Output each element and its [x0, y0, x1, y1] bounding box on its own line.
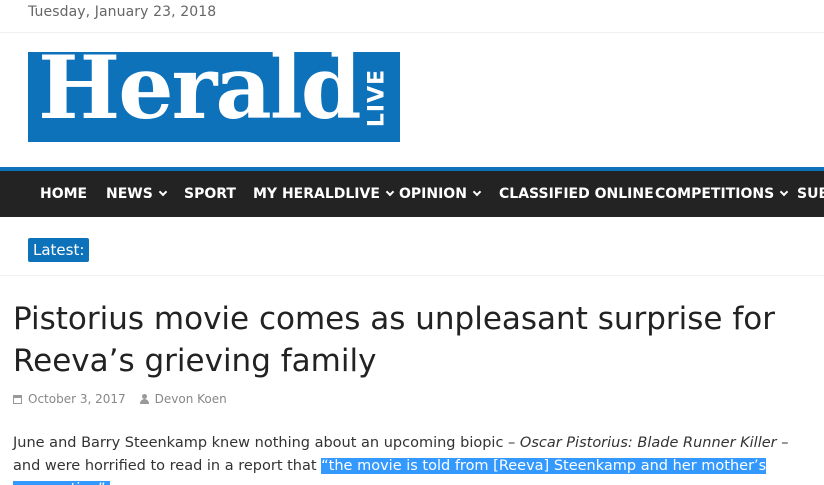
chevron-down-icon	[158, 187, 168, 197]
article-meta: October 3, 2017 Devon Koen	[13, 391, 227, 407]
nav-item-classified-online[interactable]: CLASSIFIED ONLINE	[499, 171, 654, 217]
nav-item-opinion[interactable]: OPINION	[399, 171, 482, 217]
nav-item-home[interactable]: HOME	[40, 171, 87, 217]
nav-item-competitions[interactable]: COMPETITIONS	[655, 171, 789, 217]
chevron-down-icon	[779, 187, 789, 197]
article-title: Pistorius movie comes as unpleasant surp…	[13, 301, 775, 379]
article-author[interactable]: Devon Koen	[155, 392, 227, 406]
herald-live-logo[interactable]: Herald LIVE	[28, 52, 400, 142]
body-text-part: June and Barry Steenkamp knew nothing ab…	[13, 435, 520, 451]
body-text-end: .	[105, 481, 111, 485]
nav-item-sport[interactable]: SPORT	[184, 171, 236, 217]
top-bar: Tuesday, January 23, 2018	[0, 0, 824, 33]
nav-item-sub[interactable]: SUB	[797, 171, 824, 217]
movie-title: Oscar Pistorius: Blade Runner Killer	[519, 435, 777, 451]
chevron-down-icon	[385, 187, 395, 197]
calendar-icon	[13, 395, 22, 404]
user-icon	[139, 394, 149, 404]
logo-wordmark: Herald	[38, 52, 362, 139]
current-date: Tuesday, January 23, 2018	[28, 4, 217, 20]
logo-live-tag: LIVE	[364, 68, 390, 128]
latest-badge: Latest:	[28, 238, 90, 262]
nav-item-my-heraldlive[interactable]: MY HERALDLIVE	[253, 171, 395, 217]
article-body: June and Barry Steenkamp knew nothing ab…	[13, 432, 813, 485]
article-date[interactable]: October 3, 2017	[28, 392, 126, 406]
main-navigation: HOME NEWS SPORT MY HERALDLIVE OPINION CL…	[0, 167, 824, 217]
chevron-down-icon	[472, 187, 482, 197]
latest-news-ticker	[0, 228, 824, 276]
nav-item-news[interactable]: NEWS	[106, 171, 168, 217]
